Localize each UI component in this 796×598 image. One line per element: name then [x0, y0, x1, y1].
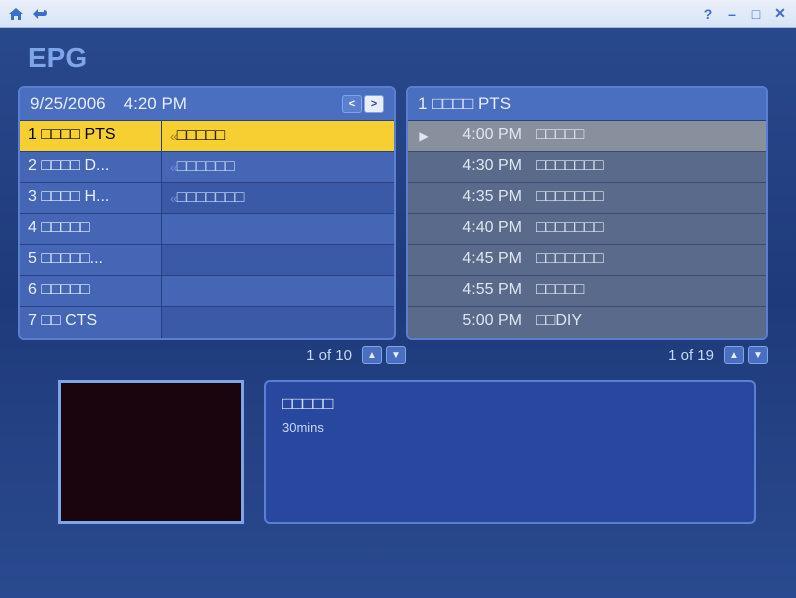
channel-page-down-button[interactable]: ▼: [386, 346, 406, 364]
channel-current-program: [162, 307, 394, 338]
header-time: 4:20 PM: [124, 94, 187, 114]
program-row[interactable]: ▶4:00 PM□□□□□: [408, 121, 766, 152]
play-indicator-icon: [408, 276, 440, 306]
back-icon[interactable]: [30, 4, 50, 24]
program-time: 4:35 PM: [440, 183, 526, 213]
channel-name: 4 □□□□□: [20, 214, 162, 244]
program-row[interactable]: 4:40 PM□□□□□□□: [408, 214, 766, 245]
program-pager-text: 1 of 19: [668, 347, 714, 364]
program-title: □□DIY: [526, 307, 766, 338]
maximize-icon[interactable]: □: [746, 4, 766, 24]
channel-panel: 9/25/2006 4:20 PM < > 1 □□□□ PTS«□□□□□2 …: [18, 86, 396, 340]
program-title: □□□□□□□: [526, 183, 766, 213]
program-title: □□□□□: [526, 121, 766, 151]
titlebar: ? – □ ✕: [0, 0, 796, 28]
program-panel: 1 □□□□ PTS ▶4:00 PM□□□□□4:30 PM□□□□□□□4:…: [406, 86, 768, 340]
channel-row[interactable]: 3 □□□□ H...«□□□□□□□: [20, 183, 394, 214]
channel-current-program: «□□□□□□□: [162, 183, 394, 213]
play-indicator-icon: [408, 214, 440, 244]
channel-list: 1 □□□□ PTS«□□□□□2 □□□□ D...«□□□□□□3 □□□□…: [20, 121, 394, 338]
help-icon[interactable]: ?: [698, 4, 718, 24]
program-time: 4:45 PM: [440, 245, 526, 275]
program-time: 4:30 PM: [440, 152, 526, 182]
program-row[interactable]: 4:55 PM□□□□□: [408, 276, 766, 307]
info-title: □□□□□: [282, 394, 738, 414]
program-row[interactable]: 4:30 PM□□□□□□□: [408, 152, 766, 183]
program-title: □□□□□□□: [526, 152, 766, 182]
program-header: 1 □□□□ PTS: [408, 88, 766, 121]
time-prev-button[interactable]: <: [342, 95, 362, 113]
program-time: 4:00 PM: [440, 121, 526, 151]
program-row[interactable]: 4:35 PM□□□□□□□: [408, 183, 766, 214]
channel-name: 2 □□□□ D...: [20, 152, 162, 182]
video-preview[interactable]: [58, 380, 244, 524]
home-icon[interactable]: [6, 4, 26, 24]
channel-name: 1 □□□□ PTS: [20, 121, 162, 151]
program-info: □□□□□ 30mins: [264, 380, 756, 524]
program-channel-title: 1 □□□□ PTS: [418, 94, 511, 114]
channel-current-program: «□□□□□: [162, 121, 394, 151]
chevron-left-icon: «: [170, 159, 175, 175]
channel-name: 5 □□□□□...: [20, 245, 162, 275]
play-indicator-icon: ▶: [408, 121, 440, 151]
channel-row[interactable]: 1 □□□□ PTS«□□□□□: [20, 121, 394, 152]
page-title: EPG: [0, 28, 796, 86]
program-time: 5:00 PM: [440, 307, 526, 338]
minimize-icon[interactable]: –: [722, 4, 742, 24]
channel-current-program: [162, 276, 394, 306]
chevron-left-icon: «: [170, 190, 175, 206]
channel-row[interactable]: 7 □□ CTS: [20, 307, 394, 338]
channel-current-program: [162, 245, 394, 275]
play-indicator-icon: [408, 307, 440, 338]
program-list: ▶4:00 PM□□□□□4:30 PM□□□□□□□4:35 PM□□□□□□…: [408, 121, 766, 338]
program-time: 4:55 PM: [440, 276, 526, 306]
program-page-up-button[interactable]: ▲: [724, 346, 744, 364]
channel-name: 3 □□□□ H...: [20, 183, 162, 213]
channel-header: 9/25/2006 4:20 PM < >: [20, 88, 394, 121]
program-title: □□□□□: [526, 276, 766, 306]
play-indicator-icon: [408, 183, 440, 213]
header-date: 9/25/2006: [30, 94, 106, 114]
program-time: 4:40 PM: [440, 214, 526, 244]
channel-pager-text: 1 of 10: [306, 347, 352, 364]
channel-current-program: [162, 214, 394, 244]
close-icon[interactable]: ✕: [770, 4, 790, 24]
channel-name: 7 □□ CTS: [20, 307, 162, 338]
channel-current-program: «□□□□□□: [162, 152, 394, 182]
program-title: □□□□□□□: [526, 245, 766, 275]
channel-page-up-button[interactable]: ▲: [362, 346, 382, 364]
info-duration: 30mins: [282, 420, 738, 435]
channel-row[interactable]: 2 □□□□ D...«□□□□□□: [20, 152, 394, 183]
chevron-left-icon: «: [170, 128, 175, 144]
program-row[interactable]: 4:45 PM□□□□□□□: [408, 245, 766, 276]
program-row[interactable]: 5:00 PM□□DIY: [408, 307, 766, 338]
channel-row[interactable]: 4 □□□□□: [20, 214, 394, 245]
program-page-down-button[interactable]: ▼: [748, 346, 768, 364]
play-indicator-icon: [408, 245, 440, 275]
program-title: □□□□□□□: [526, 214, 766, 244]
channel-row[interactable]: 6 □□□□□: [20, 276, 394, 307]
channel-row[interactable]: 5 □□□□□...: [20, 245, 394, 276]
time-next-button[interactable]: >: [364, 95, 384, 113]
play-indicator-icon: [408, 152, 440, 182]
channel-name: 6 □□□□□: [20, 276, 162, 306]
